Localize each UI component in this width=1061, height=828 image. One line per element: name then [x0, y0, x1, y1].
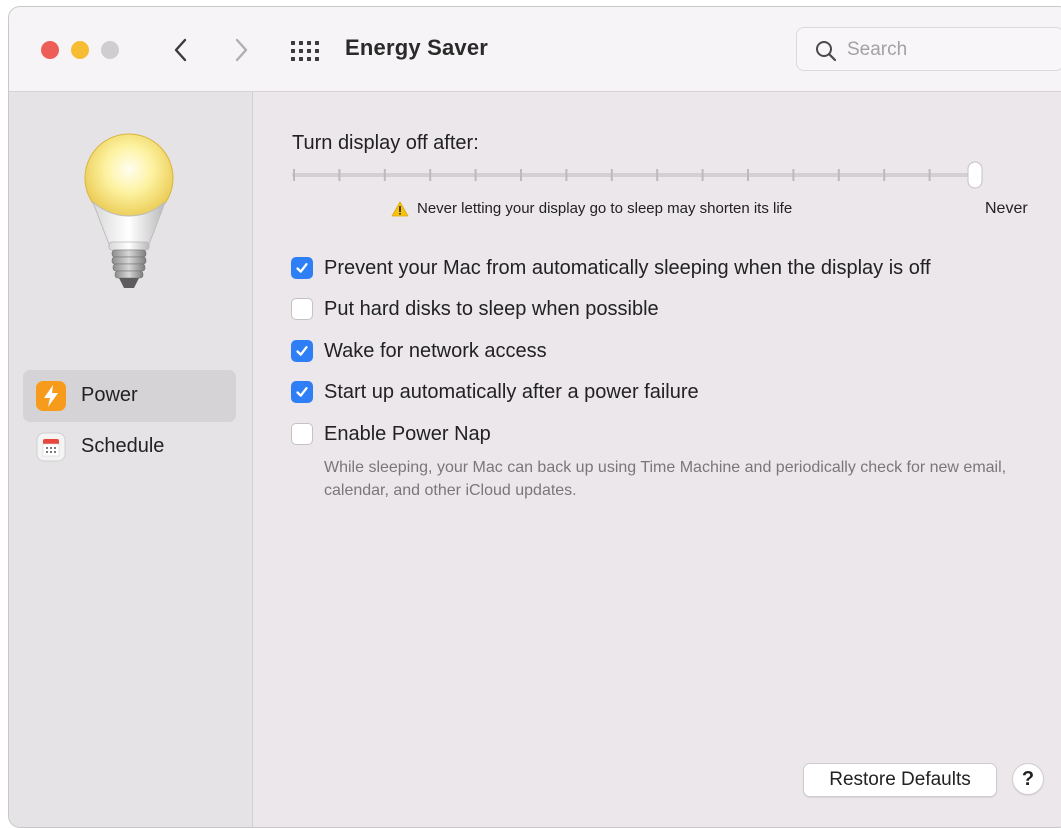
slider-tick	[747, 169, 749, 181]
prevent-sleep-checkbox[interactable]	[291, 257, 313, 279]
search-icon	[816, 41, 837, 62]
chevron-right-icon	[235, 38, 248, 62]
option-label: Start up automatically after a power fai…	[324, 380, 699, 403]
show-all-button[interactable]	[290, 40, 322, 62]
sidebar-item-schedule[interactable]: Schedule	[23, 421, 236, 473]
title-bar: Energy Saver	[9, 7, 1061, 92]
slider-tick	[883, 169, 886, 181]
lightning-bolt-icon	[36, 381, 66, 411]
slider-tick	[338, 169, 341, 181]
restore-defaults-button[interactable]: Restore Defaults	[803, 763, 997, 797]
option-label: Enable Power Nap	[324, 422, 491, 445]
back-button[interactable]	[169, 35, 193, 65]
checkmark-icon	[296, 346, 308, 356]
slider-end-label: Never	[985, 200, 1028, 217]
energy-saver-window: Energy Saver Search Power Schedule Turn …	[8, 6, 1061, 828]
hard-disk-sleep-option[interactable]: Put hard disks to sleep when possible	[291, 295, 659, 323]
close-window-button[interactable]	[41, 41, 59, 59]
hard-disk-sleep-checkbox[interactable]	[291, 298, 313, 320]
option-label: Put hard disks to sleep when possible	[324, 297, 659, 320]
grid-icon	[291, 41, 319, 61]
warning-icon	[391, 201, 409, 216]
sidebar-item-label: Power	[81, 384, 138, 406]
slider-tick	[293, 169, 295, 181]
window-title: Energy Saver	[345, 35, 489, 60]
slider-tick	[429, 169, 432, 181]
wake-network-option[interactable]: Wake for network access	[291, 337, 547, 365]
checkmark-icon	[296, 263, 308, 273]
option-label: Wake for network access	[324, 339, 547, 362]
display-sleep-slider[interactable]	[292, 160, 987, 190]
help-button[interactable]: ?	[1012, 763, 1044, 795]
slider-tick	[474, 169, 477, 181]
main-panel: Turn display off after: Never letting yo…	[253, 92, 1061, 827]
slider-tick	[520, 169, 522, 181]
startup-after-power-failure-checkbox[interactable]	[291, 381, 313, 403]
slider-tick	[701, 169, 704, 181]
slider-tick	[383, 169, 386, 181]
display-sleep-label: Turn display off after:	[292, 132, 479, 154]
slider-tick	[565, 169, 568, 181]
sleep-warning: Never letting your display go to sleep m…	[391, 200, 792, 217]
sidebar-item-label: Schedule	[81, 435, 165, 457]
slider-tick	[837, 169, 840, 181]
wake-network-checkbox[interactable]	[291, 340, 313, 362]
slider-tick	[656, 169, 659, 181]
power-nap-description: While sleeping, your Mac can back up usi…	[324, 459, 1007, 499]
power-nap-checkbox[interactable]	[291, 423, 313, 445]
chevron-left-icon	[174, 38, 187, 62]
search-field[interactable]	[796, 27, 1061, 71]
warning-text: Never letting your display go to sleep m…	[417, 200, 793, 217]
slider-thumb[interactable]	[967, 161, 983, 189]
search-input[interactable]	[845, 36, 1049, 64]
forward-button[interactable]	[229, 35, 253, 65]
startup-after-power-failure-option[interactable]: Start up automatically after a power fai…	[291, 378, 699, 406]
slider-tick	[792, 169, 795, 181]
minimize-window-button[interactable]	[71, 41, 89, 59]
sidebar-item-power[interactable]: Power	[23, 370, 236, 422]
sidebar: Power Schedule	[9, 92, 253, 827]
light-bulb-icon	[84, 133, 174, 288]
slider-tick	[610, 169, 613, 181]
option-label: Prevent your Mac from automatically slee…	[324, 256, 931, 279]
zoom-window-button[interactable]	[101, 41, 119, 59]
power-nap-option[interactable]: Enable Power Nap	[291, 420, 491, 448]
slider-tick	[928, 169, 931, 181]
checkmark-icon	[296, 387, 308, 397]
calendar-icon	[36, 432, 66, 462]
prevent-sleep-option[interactable]: Prevent your Mac from automatically slee…	[291, 254, 931, 282]
